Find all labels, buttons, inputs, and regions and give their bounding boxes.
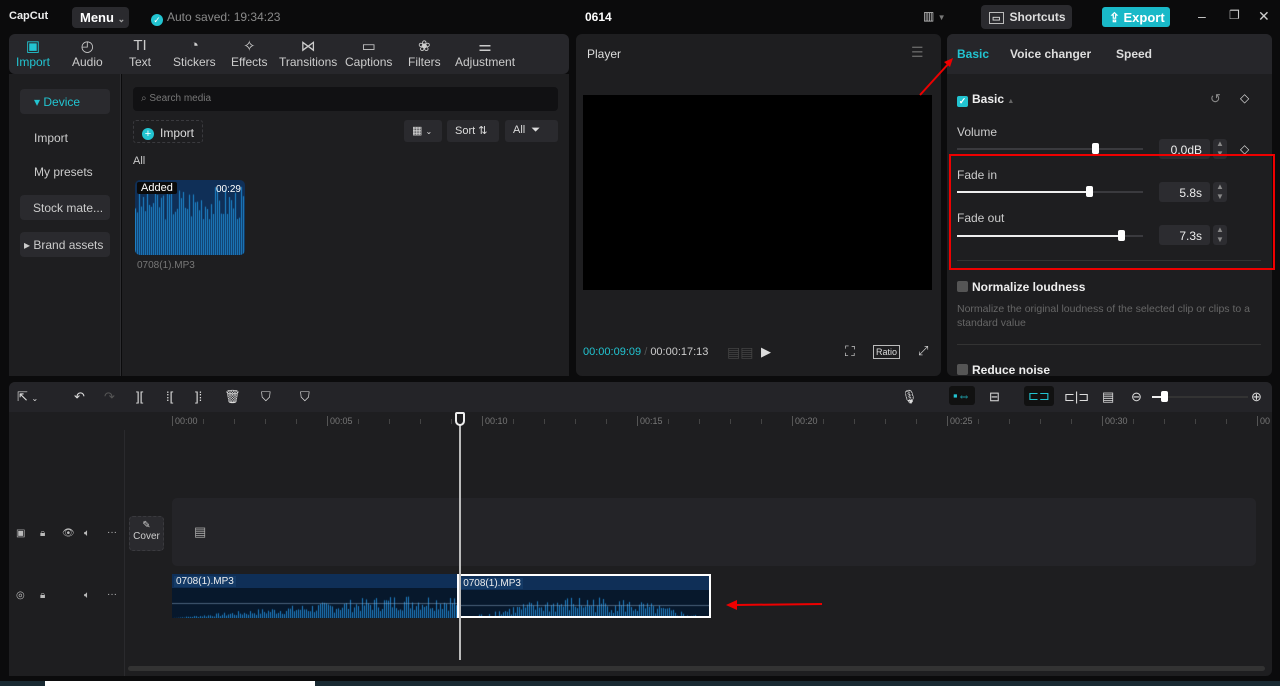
- ruler-tick: [606, 419, 607, 424]
- ruler-tick: [1164, 419, 1165, 424]
- ruler-tick: [1195, 419, 1196, 424]
- ruler-tick: [916, 419, 917, 424]
- ruler-tick: [420, 419, 421, 424]
- ruler-label: 00:10: [482, 416, 508, 426]
- ruler-tick: [1133, 419, 1134, 424]
- ruler-tick: [296, 419, 297, 424]
- ruler-tick: [575, 419, 576, 424]
- ruler-tick: [265, 419, 266, 424]
- ruler-label: 00:15: [637, 416, 663, 426]
- ruler-tick: [203, 419, 204, 424]
- ruler-label: 00:05: [327, 416, 353, 426]
- ruler-label: 00:25: [947, 416, 973, 426]
- ruler-tick: [761, 419, 762, 424]
- annotation-arrow: [734, 603, 823, 606]
- highlight-box: [949, 154, 1275, 270]
- ruler-tick: [389, 419, 390, 424]
- ruler-tick: [978, 419, 979, 424]
- ruler-label: 00: [1257, 416, 1270, 426]
- ruler-tick: [1071, 419, 1072, 424]
- annotation-overlay: [726, 58, 1275, 610]
- ruler-tick: [1226, 419, 1227, 424]
- ruler-tick: [668, 419, 669, 424]
- ruler-tick: [885, 419, 886, 424]
- ruler-tick: [1040, 419, 1041, 424]
- ruler-tick: [358, 419, 359, 424]
- ruler-tick: [234, 419, 235, 424]
- ruler-label: 00:20: [792, 416, 818, 426]
- ruler-tick: [513, 419, 514, 424]
- ruler-tick: [823, 419, 824, 424]
- ruler-tick: [854, 419, 855, 424]
- ruler-label: 00:30: [1102, 416, 1128, 426]
- ruler-tick: [1009, 419, 1010, 424]
- annotation-arrow: [919, 61, 951, 96]
- arrow-head: [726, 600, 737, 610]
- ruler-tick: [451, 419, 452, 424]
- ruler-tick: [544, 419, 545, 424]
- ruler-tick: [699, 419, 700, 424]
- ruler-tick: [730, 419, 731, 424]
- ruler-label: 00:00: [172, 416, 198, 426]
